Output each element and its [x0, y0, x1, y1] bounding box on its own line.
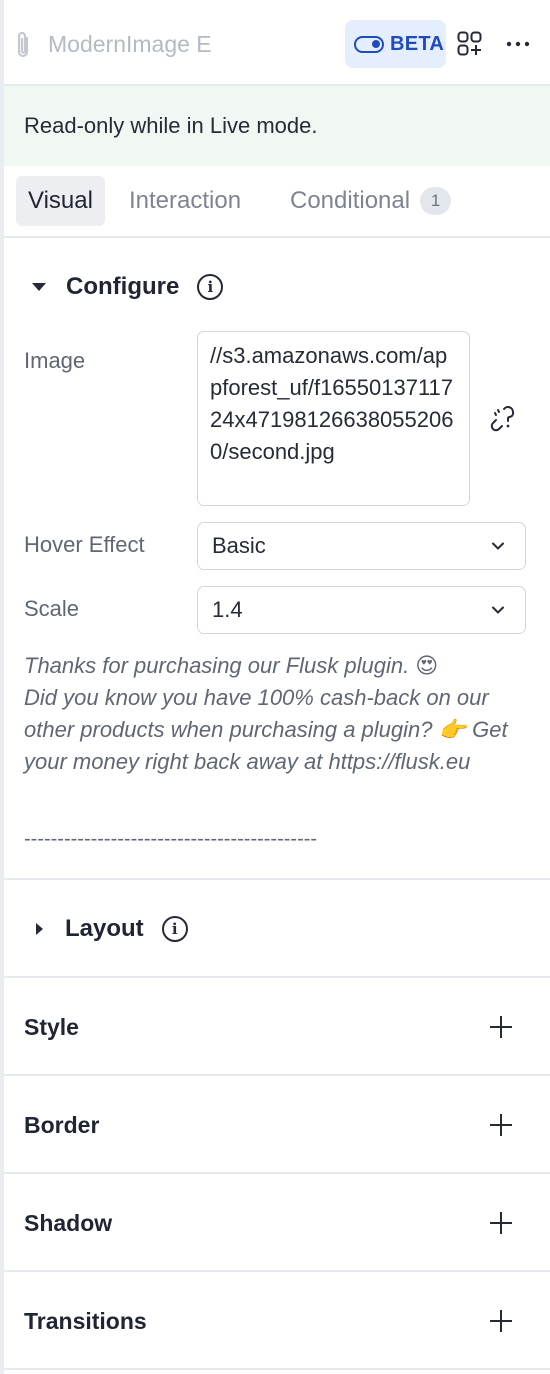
plus-icon[interactable] [490, 1016, 512, 1038]
info-icon[interactable]: i [161, 916, 188, 942]
beta-label: BETA [390, 32, 445, 55]
plus-icon[interactable] [490, 1114, 512, 1136]
property-editor-panel: BETA Read-only while in Live mode. Visua… [4, 0, 550, 1374]
plugin-promo-text: Thanks for purchasing our Flusk plugin. … [24, 650, 524, 778]
shadow-title: Shadow [24, 1210, 113, 1236]
style-title: Style [24, 1014, 79, 1040]
image-url-field[interactable]: //s3.amazonaws.com/appforest_uf/f1655013… [197, 331, 470, 506]
hover-effect-label: Hover Effect [24, 532, 145, 557]
panel-header: BETA [4, 0, 550, 86]
tab-interaction[interactable]: Interaction [129, 176, 241, 226]
add-element-icon[interactable] [456, 30, 484, 58]
caret-down-icon [32, 283, 46, 291]
unlink-dynamic-icon[interactable] [488, 403, 518, 433]
shadow-section-header[interactable]: Shadow [4, 1174, 550, 1270]
promo-line-1: Thanks for purchasing our Flusk plugin. … [24, 653, 439, 678]
tab-conditional[interactable]: Conditional 1 [290, 176, 452, 226]
configure-section-header[interactable]: Configure i [32, 270, 224, 304]
layout-title: Layout [65, 915, 144, 942]
info-icon[interactable]: i [197, 274, 224, 300]
hover-effect-value: Basic [212, 533, 266, 558]
border-section-header[interactable]: Border [4, 1076, 550, 1172]
toggle-icon [354, 35, 384, 53]
editor-tabs: Visual Interaction Conditional 1 [4, 166, 550, 238]
border-title: Border [24, 1112, 100, 1138]
more-horizontal-icon[interactable] [504, 30, 532, 58]
tab-visual[interactable]: Visual [16, 176, 105, 226]
tab-label: Interaction [129, 187, 242, 214]
layout-section-header[interactable]: Layout i [32, 912, 188, 946]
configure-title: Configure [66, 273, 180, 300]
promo-separator: ----------------------------------------… [24, 828, 318, 850]
tab-label: Conditional [290, 187, 411, 214]
chevron-down-icon [492, 606, 504, 614]
style-section-header[interactable]: Style [4, 978, 550, 1074]
paperclip-icon [17, 31, 29, 58]
transitions-section-header[interactable]: Transitions [4, 1272, 550, 1368]
condition-count-badge: 1 [420, 187, 452, 215]
section-divider [4, 878, 550, 880]
chevron-down-icon [492, 542, 504, 550]
image-label: Image [24, 348, 86, 373]
scale-label: Scale [24, 596, 80, 621]
transitions-title: Transitions [24, 1308, 147, 1334]
scale-select[interactable]: 1.4 [197, 586, 526, 634]
scale-value: 1.4 [212, 597, 243, 622]
tab-label: Visual [28, 187, 93, 214]
plus-icon[interactable] [490, 1212, 512, 1234]
plus-icon[interactable] [490, 1310, 512, 1332]
hover-effect-select[interactable]: Basic [197, 522, 526, 570]
live-mode-notice: Read-only while in Live mode. [4, 86, 550, 166]
section-divider [4, 1368, 550, 1370]
promo-line-2: Did you know you have 100% cash-back on … [24, 685, 508, 774]
beta-toggle-button[interactable]: BETA [345, 20, 446, 68]
caret-right-icon [36, 923, 43, 935]
element-name-input[interactable] [48, 24, 338, 64]
